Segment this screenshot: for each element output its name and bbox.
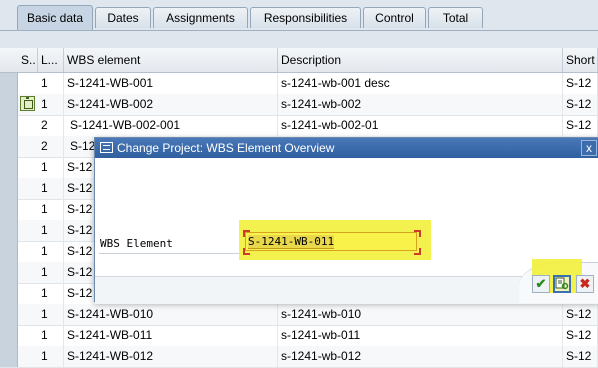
row-selector[interactable]: [0, 157, 18, 178]
row-selector[interactable]: [0, 199, 18, 220]
cancel-icon: ✖: [579, 276, 591, 291]
row-selector[interactable]: [0, 262, 18, 283]
confirm-button[interactable]: ✔: [532, 275, 550, 293]
table-row[interactable]: 1 S-1241-WB-010 s-1241-wb-010 S-12: [0, 304, 598, 326]
description-cell[interactable]: s-1241-wb-012: [278, 346, 563, 367]
wbs-element-dialog: Change Project: WBS Element Overview x W…: [94, 137, 598, 304]
column-header-status[interactable]: S..: [18, 48, 38, 72]
level-cell[interactable]: 1: [38, 346, 64, 367]
table-header: S.. L... WBS element Description Short: [0, 48, 598, 73]
level-cell[interactable]: 1: [38, 283, 64, 304]
column-header-wbs-element[interactable]: WBS element: [64, 48, 278, 72]
level-cell[interactable]: 1: [38, 325, 64, 346]
short-cell[interactable]: S-12: [563, 94, 598, 115]
label-underline: [99, 253, 239, 254]
dialog-title-bar[interactable]: Change Project: WBS Element Overview x: [95, 138, 598, 158]
description-cell[interactable]: s-1241-wb-001 desc: [278, 73, 563, 94]
description-cell[interactable]: s-1241-wb-002: [278, 94, 563, 115]
wbs-element-cell[interactable]: S-1241-WB-010: [64, 304, 278, 325]
table-row[interactable]: 1 S-1241-WB-011 s-1241-wb-011 S-12: [0, 325, 598, 347]
level-cell[interactable]: 1: [38, 262, 64, 283]
tab-basic-data[interactable]: Basic data: [17, 5, 93, 30]
dialog-body: WBS Element S-1241-WB-011 ✔ ✖: [95, 158, 598, 304]
column-header-short[interactable]: Short: [563, 48, 598, 72]
table-row[interactable]: 1 S-1241-WB-012 s-1241-wb-012 S-12: [0, 346, 598, 368]
level-cell[interactable]: 1: [38, 199, 64, 220]
find-icon: [555, 277, 569, 290]
tree-node-icon[interactable]: [20, 96, 35, 111]
table-row[interactable]: 2 S-1241-WB-002-001 s-1241-wb-002-01 S-12: [0, 115, 598, 137]
wbs-element-cell[interactable]: S-1241-WB-001: [64, 73, 278, 94]
level-cell[interactable]: 2: [38, 115, 64, 136]
dialog-title: Change Project: WBS Element Overview: [117, 141, 335, 155]
tab-dates[interactable]: Dates: [95, 7, 151, 28]
row-selector[interactable]: [0, 346, 18, 367]
level-cell[interactable]: 1: [38, 157, 64, 178]
short-cell[interactable]: S-12: [563, 73, 598, 94]
table-row[interactable]: 1 S-1241-WB-002 s-1241-wb-002 S-12: [0, 94, 598, 116]
level-cell[interactable]: 1: [38, 220, 64, 241]
tab-control[interactable]: Control: [363, 7, 426, 28]
row-selector[interactable]: [0, 283, 18, 304]
level-cell[interactable]: 1: [38, 94, 64, 115]
row-selector[interactable]: [0, 220, 18, 241]
tab-responsibilities[interactable]: Responsibilities: [250, 7, 361, 28]
wbs-element-cell[interactable]: S-1241-WB-002: [64, 94, 278, 115]
row-selector[interactable]: [0, 94, 18, 115]
short-cell[interactable]: S-12: [563, 325, 598, 346]
description-cell[interactable]: s-1241-wb-002-01: [278, 115, 563, 136]
wbs-element-cell[interactable]: S-1241-WB-002-001: [64, 115, 278, 136]
column-header-description[interactable]: Description: [278, 48, 563, 72]
window-icon: [100, 142, 113, 153]
tab-strip: Basic data Dates Assignments Responsibil…: [0, 0, 598, 31]
focus-corner: [414, 248, 421, 255]
short-cell[interactable]: S-12: [563, 115, 598, 136]
short-cell[interactable]: S-12: [563, 346, 598, 367]
level-cell[interactable]: 1: [38, 73, 64, 94]
row-selector[interactable]: [0, 325, 18, 346]
tab-assignments[interactable]: Assignments: [153, 7, 248, 28]
wbs-element-input[interactable]: S-1241-WB-011: [245, 232, 417, 251]
wbs-element-value: S-1241-WB-011: [248, 235, 335, 249]
cancel-button[interactable]: ✖: [576, 275, 594, 293]
row-selector[interactable]: [0, 178, 18, 199]
check-icon: ✔: [535, 276, 547, 291]
description-cell[interactable]: s-1241-wb-011: [278, 325, 563, 346]
row-selector[interactable]: [0, 115, 18, 136]
level-cell[interactable]: 2: [38, 136, 64, 157]
level-cell[interactable]: 1: [38, 304, 64, 325]
wbs-element-cell[interactable]: S-1241-WB-012: [64, 346, 278, 367]
focus-corner: [243, 248, 250, 255]
table-row[interactable]: 1 S-1241-WB-001 s-1241-wb-001 desc S-12: [0, 73, 598, 95]
tab-total[interactable]: Total: [428, 7, 483, 28]
level-cell[interactable]: 1: [38, 178, 64, 199]
row-selector[interactable]: [0, 304, 18, 325]
short-cell[interactable]: S-12: [563, 304, 598, 325]
focus-corner: [243, 230, 250, 237]
find-button[interactable]: [553, 275, 571, 293]
wbs-element-label: WBS Element: [100, 237, 173, 250]
row-selector[interactable]: [0, 136, 18, 157]
row-selector[interactable]: [0, 73, 18, 94]
focus-corner: [414, 230, 421, 237]
description-cell[interactable]: s-1241-wb-010: [278, 304, 563, 325]
row-selector[interactable]: [0, 241, 18, 262]
close-icon[interactable]: x: [581, 140, 597, 156]
column-header-level[interactable]: L...: [38, 48, 64, 72]
level-cell[interactable]: 1: [38, 241, 64, 262]
wbs-element-cell[interactable]: S-1241-WB-011: [64, 325, 278, 346]
